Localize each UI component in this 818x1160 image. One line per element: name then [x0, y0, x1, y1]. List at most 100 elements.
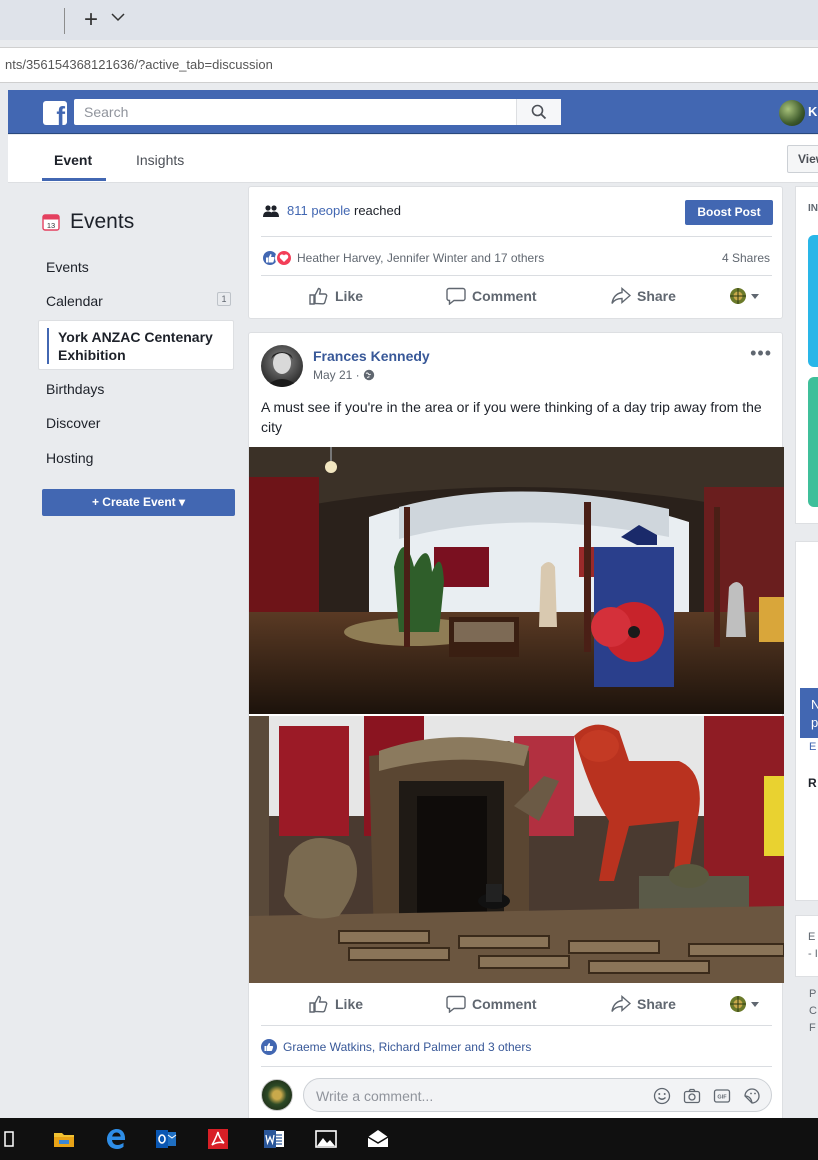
reaction-summary[interactable]: Heather Harvey, Jennifer Winter and 17 o…	[261, 249, 544, 267]
post-author-name[interactable]: Frances Kennedy	[313, 348, 430, 364]
card-divider	[261, 275, 772, 276]
reaction-names: Heather Harvey, Jennifer Winter and 17 o…	[297, 251, 545, 265]
caret-down-icon	[751, 294, 759, 299]
task-view-icon[interactable]	[2, 1127, 26, 1151]
share-button[interactable]: Share	[611, 995, 676, 1013]
sidebar-item-hosting[interactable]: Hosting	[46, 450, 93, 466]
edge-icon[interactable]	[104, 1127, 128, 1151]
comment-icon	[446, 995, 466, 1013]
post-card-previous: 811 people reached Boost Post Heather Ha…	[248, 186, 783, 319]
tab-chevron-icon[interactable]	[111, 12, 125, 22]
post-actions: Like Comment Share	[249, 279, 784, 315]
facebook-header: f Search K	[8, 90, 818, 134]
sidebar-item-discover[interactable]: Discover	[46, 415, 100, 431]
photos-icon[interactable]	[314, 1127, 338, 1151]
rail-footer-line: F	[809, 1022, 816, 1034]
post-actions: Like Comment Share	[249, 987, 784, 1023]
profile-name-initial[interactable]: K	[808, 104, 817, 119]
share-label: Share	[637, 996, 676, 1012]
rail-text-line: E	[808, 931, 816, 943]
comment-icon	[446, 287, 466, 305]
sidebar-title-text: Events	[70, 210, 135, 233]
commenter-avatar[interactable]	[261, 1079, 293, 1111]
right-rail-panel: E - I	[795, 915, 818, 977]
profile-avatar[interactable]	[779, 100, 805, 126]
like-button[interactable]: Like	[309, 995, 363, 1013]
tab-insights[interactable]: Insights	[136, 152, 184, 168]
post-card: Frances Kennedy May 21 · ••• A must see …	[248, 332, 784, 1122]
calendar-icon: 13	[42, 214, 60, 231]
card-divider	[261, 1066, 772, 1067]
tab-separator	[64, 8, 65, 34]
search-icon	[531, 104, 547, 120]
outlook-icon[interactable]	[154, 1127, 178, 1151]
mail-icon[interactable]	[366, 1127, 390, 1151]
like-label: Like	[335, 996, 364, 1012]
right-rail-panel: IN	[795, 186, 818, 524]
sidebar-item-selected-event[interactable]: York ANZAC Centenary Exhibition	[38, 320, 234, 370]
comment-input[interactable]: Write a comment... GIF	[303, 1078, 772, 1112]
tab-event[interactable]: Event	[54, 152, 92, 168]
sidebar-item-events[interactable]: Events	[46, 259, 89, 275]
search-button[interactable]	[516, 99, 561, 125]
url-text: nts/356154368121636/?active_tab=discussi…	[5, 57, 273, 72]
comment-button[interactable]: Comment	[446, 995, 537, 1013]
file-explorer-icon[interactable]	[52, 1127, 76, 1151]
trench-display-photo-art	[249, 716, 784, 983]
calendar-day-number: 13	[47, 221, 55, 230]
address-bar[interactable]: nts/356154368121636/?active_tab=discussi…	[0, 47, 818, 83]
reach-summary: 811 people reached	[287, 203, 401, 218]
share-button[interactable]: Share	[611, 287, 676, 305]
browser-tab-bar: +	[0, 0, 818, 40]
post-as-selector[interactable]	[729, 287, 760, 305]
rail-promo-card[interactable]	[808, 235, 818, 367]
event-subheader: Event Insights View	[8, 135, 818, 183]
post-date-text: May 21 ·	[313, 368, 360, 382]
rail-notification-popup[interactable]: N p	[800, 688, 818, 738]
like-label: Like	[335, 288, 364, 304]
view-button[interactable]: View	[787, 145, 818, 173]
post-photo-exhibition-hall[interactable]	[249, 447, 784, 714]
author-avatar[interactable]	[261, 345, 303, 387]
gif-icon-label: GIF	[717, 1095, 727, 1101]
share-label: Share	[637, 288, 676, 304]
post-as-selector[interactable]	[729, 995, 760, 1013]
post-photo-trench-display[interactable]	[249, 716, 784, 983]
reach-count-link[interactable]: 811 people	[287, 203, 350, 218]
post-more-options[interactable]: •••	[750, 343, 772, 364]
boost-post-button[interactable]: Boost Post	[685, 200, 773, 225]
reach-suffix: reached	[350, 203, 401, 218]
facebook-logo-icon[interactable]: f	[43, 101, 67, 125]
shares-count[interactable]: 4 Shares	[722, 251, 770, 265]
likers-names: Graeme Watkins, Richard Palmer and 3 oth…	[283, 1040, 532, 1054]
likers-summary[interactable]: Graeme Watkins, Richard Palmer and 3 oth…	[261, 1039, 531, 1055]
rail-promo-card[interactable]	[808, 377, 818, 507]
post-body-text: A must see if you're in the area or if y…	[261, 399, 762, 435]
emoji-icon[interactable]	[653, 1087, 671, 1105]
card-divider	[261, 1025, 772, 1026]
gif-icon[interactable]: GIF	[713, 1087, 731, 1105]
sidebar-item-birthdays[interactable]: Birthdays	[46, 381, 104, 397]
comment-button[interactable]: Comment	[446, 287, 537, 305]
rail-footer-line: P	[809, 988, 817, 1000]
search-input[interactable]: Search	[74, 99, 561, 125]
acrobat-icon[interactable]	[206, 1127, 230, 1151]
like-button[interactable]: Like	[309, 287, 363, 305]
post-timestamp[interactable]: May 21 ·	[313, 368, 375, 382]
like-icon	[309, 287, 328, 305]
sticker-icon[interactable]	[743, 1087, 761, 1105]
comment-label: Comment	[472, 288, 537, 304]
selected-event-name: York ANZAC Centenary Exhibition	[58, 329, 213, 363]
comment-placeholder: Write a comment...	[316, 1088, 434, 1104]
new-tab-button[interactable]: +	[84, 6, 98, 34]
camera-icon[interactable]	[683, 1087, 701, 1105]
word-icon[interactable]	[262, 1127, 286, 1151]
sidebar-item-calendar[interactable]: Calendar	[46, 293, 103, 309]
globe-icon	[730, 996, 746, 1012]
create-event-button[interactable]: + Create Event ▾	[42, 489, 235, 516]
caret-down-icon	[751, 1002, 759, 1007]
calendar-count-badge: 1	[217, 292, 231, 306]
privacy-globe-icon	[363, 369, 374, 381]
exhibition-hall-photo-art	[249, 447, 784, 714]
active-tab-indicator	[42, 178, 106, 181]
